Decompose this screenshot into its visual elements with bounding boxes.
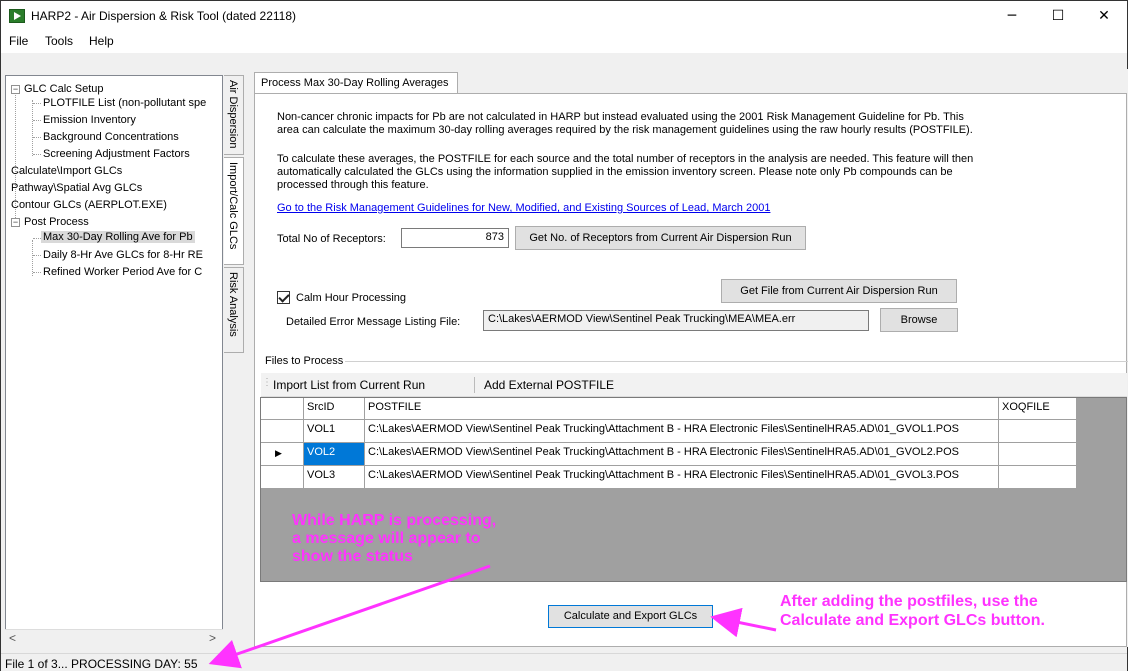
menu-bar: File Tools Help	[1, 31, 1127, 53]
annotation-calculate: After adding the postfiles, use the	[780, 593, 1038, 610]
calm-hour-checkbox[interactable]	[277, 291, 290, 304]
cell-postfile[interactable]: C:\Lakes\AERMOD View\Sentinel Peak Truck…	[365, 420, 999, 443]
guidelines-link[interactable]: Go to the Risk Management Guidelines for…	[277, 202, 770, 215]
cell-postfile[interactable]: C:\Lakes\AERMOD View\Sentinel Peak Truck…	[365, 466, 999, 489]
calm-hour-label: Calm Hour Processing	[296, 292, 407, 304]
get-file-button[interactable]: Get File from Current Air Dispersion Run	[721, 279, 957, 303]
error-file-input[interactable]: C:\Lakes\AERMOD View\Sentinel Peak Truck…	[483, 310, 869, 331]
scroll-left-icon[interactable]: <	[9, 631, 16, 645]
cell-postfile[interactable]: C:\Lakes\AERMOD View\Sentinel Peak Truck…	[365, 443, 999, 466]
instructions-text: To calculate these averages, the POSTFIL…	[277, 153, 974, 165]
add-external-postfile-button[interactable]: Add External POSTFILE	[484, 378, 614, 392]
row-header[interactable]: ▶	[261, 443, 304, 466]
annotation-processing: a message will appear to	[292, 530, 481, 547]
column-header-srcid[interactable]: SrcID	[304, 398, 365, 420]
close-button[interactable]: ✕	[1081, 1, 1127, 31]
harp-app-icon	[9, 9, 25, 23]
navigation-tree: − GLC Calc Setup PLOTFILE List (non-poll…	[5, 75, 223, 647]
calculate-export-button[interactable]: Calculate and Export GLCs	[548, 605, 713, 628]
grid-corner	[261, 398, 304, 420]
tree-item-screening-adjustment[interactable]: Screening Adjustment Factors	[43, 148, 190, 160]
files-group-label: Files to Process	[265, 355, 344, 367]
annotation-processing: show the status	[292, 548, 413, 565]
instructions-text: processed through this feature.	[277, 179, 429, 191]
current-row-icon: ▶	[275, 448, 282, 458]
cell-xoqfile[interactable]	[999, 443, 1077, 466]
title-bar: HARP2 - Air Dispersion & Risk Tool (date…	[1, 1, 1127, 31]
tree-item-calculate-import[interactable]: Calculate\Import GLCs	[11, 165, 122, 177]
tab-max-30-day[interactable]: Process Max 30-Day Rolling Averages	[254, 72, 458, 94]
files-toolstrip: ⋮ Import List from Current Run Add Exter…	[261, 373, 1127, 397]
cell-srcid[interactable]: VOL3	[304, 466, 365, 489]
tree-item-pathway-spatial[interactable]: Pathway\Spatial Avg GLCs	[11, 182, 142, 194]
status-bar: File 1 of 3... PROCESSING DAY: 55	[1, 653, 1127, 671]
menu-file[interactable]: File	[9, 34, 28, 48]
cell-xoqfile[interactable]	[999, 466, 1077, 489]
receptors-label: Total No of Receptors:	[277, 233, 386, 245]
receptors-input[interactable]: 873	[401, 228, 509, 248]
tab-risk-analysis[interactable]: Risk Analysis	[224, 267, 244, 353]
grip-icon: ⋮	[262, 377, 272, 388]
maximize-button[interactable]: ☐	[1035, 1, 1081, 31]
tree-item-max-30-day[interactable]: Max 30-Day Rolling Ave for Pb	[41, 231, 195, 243]
error-file-label: Detailed Error Message Listing File:	[286, 316, 461, 328]
menu-tools[interactable]: Tools	[45, 34, 73, 48]
window-title: HARP2 - Air Dispersion & Risk Tool (date…	[31, 9, 297, 23]
row-header[interactable]	[261, 420, 304, 443]
tree-item-background-concentrations[interactable]: Background Concentrations	[43, 131, 179, 143]
annotation-processing: While HARP is processing,	[292, 512, 497, 529]
tree-item-refined-worker[interactable]: Refined Worker Period Ave for C	[43, 266, 202, 278]
tree-item-daily-8hr[interactable]: Daily 8-Hr Ave GLCs for 8-Hr RE	[43, 249, 203, 261]
description-text: Non-cancer chronic impacts for Pb are no…	[277, 111, 964, 123]
cell-xoqfile[interactable]	[999, 420, 1077, 443]
scroll-right-icon[interactable]: >	[209, 631, 216, 645]
cell-srcid[interactable]: VOL1	[304, 420, 365, 443]
minimize-button[interactable]: ─	[989, 1, 1035, 31]
tree-item-plotfile-list[interactable]: PLOTFILE List (non-pollutant spe	[43, 97, 206, 109]
app-window: HARP2 - Air Dispersion & Risk Tool (date…	[0, 0, 1128, 671]
collapse-icon[interactable]: −	[11, 218, 20, 227]
tab-import-calc-glcs[interactable]: Import/Calc GLCs	[224, 157, 244, 265]
toolstrip-separator	[474, 377, 475, 393]
tab-air-dispersion[interactable]: Air Dispersion	[224, 75, 244, 155]
get-receptors-button[interactable]: Get No. of Receptors from Current Air Di…	[515, 226, 806, 250]
group-divider	[345, 361, 1128, 362]
collapse-icon[interactable]: −	[11, 85, 20, 94]
tree-item-glc-calc-setup[interactable]: GLC Calc Setup	[24, 83, 103, 95]
tree-item-emission-inventory[interactable]: Emission Inventory	[43, 114, 136, 126]
row-header[interactable]	[261, 466, 304, 489]
column-header-postfile[interactable]: POSTFILE	[365, 398, 999, 420]
cell-srcid[interactable]: VOL2	[304, 443, 365, 466]
annotation-calculate: Calculate and Export GLCs button.	[780, 612, 1045, 629]
status-text: File 1 of 3... PROCESSING DAY: 55	[5, 657, 198, 671]
tree-horizontal-scrollbar[interactable]: < >	[5, 629, 223, 647]
tree-item-post-process[interactable]: Post Process	[24, 216, 89, 228]
browse-button[interactable]: Browse	[880, 308, 958, 332]
description-text: area can calculate the maximum 30-day ro…	[277, 124, 973, 136]
tree-item-contour-glcs[interactable]: Contour GLCs (AERPLOT.EXE)	[11, 199, 167, 211]
instructions-text: automatically calculated the GLCs using …	[277, 166, 953, 178]
menu-help[interactable]: Help	[89, 34, 114, 48]
import-list-button[interactable]: Import List from Current Run	[273, 378, 425, 392]
column-header-xoqfile[interactable]: XOQFILE	[999, 398, 1077, 420]
